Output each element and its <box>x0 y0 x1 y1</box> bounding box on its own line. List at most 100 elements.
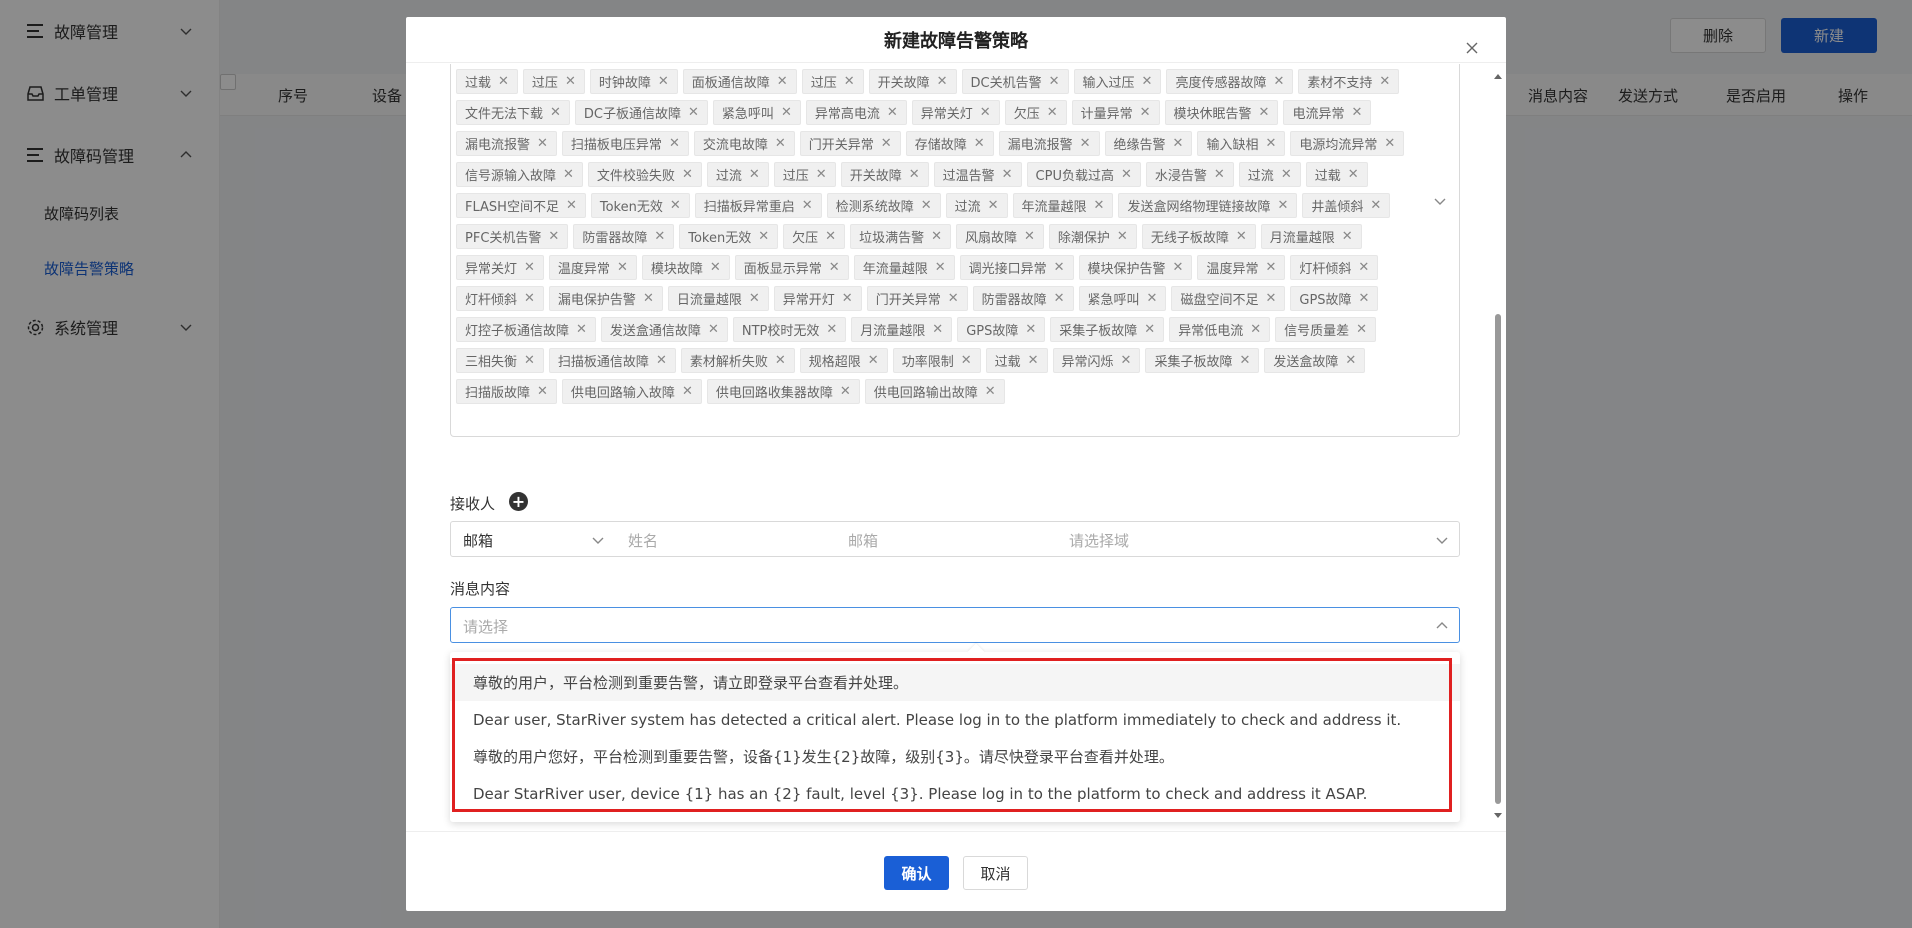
tag-remove-icon[interactable]: ✕ <box>1356 322 1367 337</box>
tag-remove-icon[interactable]: ✕ <box>749 167 760 182</box>
tag-remove-icon[interactable]: ✕ <box>887 105 898 120</box>
tag-remove-icon[interactable]: ✕ <box>840 384 851 399</box>
tag-remove-icon[interactable]: ✕ <box>688 105 699 120</box>
tag-remove-icon[interactable]: ✕ <box>548 229 559 244</box>
tag-remove-icon[interactable]: ✕ <box>670 198 681 213</box>
tag-remove-icon[interactable]: ✕ <box>1173 260 1184 275</box>
tag-remove-icon[interactable]: ✕ <box>1273 74 1284 89</box>
tag-remove-icon[interactable]: ✕ <box>844 74 855 89</box>
tag-remove-icon[interactable]: ✕ <box>1080 136 1091 151</box>
cancel-button[interactable]: 取消 <box>963 856 1028 890</box>
tag-remove-icon[interactable]: ✕ <box>868 353 879 368</box>
tag-remove-icon[interactable]: ✕ <box>1047 105 1058 120</box>
scroll-thumb[interactable] <box>1495 314 1501 804</box>
tag-remove-icon[interactable]: ✕ <box>829 260 840 275</box>
tag-remove-icon[interactable]: ✕ <box>1384 136 1395 151</box>
tag-remove-icon[interactable]: ✕ <box>498 74 509 89</box>
tag-remove-icon[interactable]: ✕ <box>524 291 535 306</box>
tag-remove-icon[interactable]: ✕ <box>1259 105 1270 120</box>
tag-remove-icon[interactable]: ✕ <box>1117 229 1128 244</box>
tag-remove-icon[interactable]: ✕ <box>1265 291 1276 306</box>
message-content-select[interactable]: 请选择 <box>450 607 1460 643</box>
tag-remove-icon[interactable]: ✕ <box>974 136 985 151</box>
tag-remove-icon[interactable]: ✕ <box>669 136 680 151</box>
chevron-down-icon[interactable] <box>591 533 605 547</box>
tag-remove-icon[interactable]: ✕ <box>948 291 959 306</box>
tag-remove-icon[interactable]: ✕ <box>1214 167 1225 182</box>
tag-remove-icon[interactable]: ✕ <box>1359 291 1370 306</box>
tag-remove-icon[interactable]: ✕ <box>802 198 813 213</box>
tag-remove-icon[interactable]: ✕ <box>1142 74 1153 89</box>
tag-remove-icon[interactable]: ✕ <box>1025 322 1036 337</box>
tag-remove-icon[interactable]: ✕ <box>749 291 760 306</box>
tag-remove-icon[interactable]: ✕ <box>658 74 669 89</box>
tag-remove-icon[interactable]: ✕ <box>985 384 996 399</box>
tag-remove-icon[interactable]: ✕ <box>566 198 577 213</box>
tag-remove-icon[interactable]: ✕ <box>576 322 587 337</box>
tag-remove-icon[interactable]: ✕ <box>775 353 786 368</box>
tag-remove-icon[interactable]: ✕ <box>825 229 836 244</box>
tag-remove-icon[interactable]: ✕ <box>826 322 837 337</box>
tag-remove-icon[interactable]: ✕ <box>932 322 943 337</box>
tag-remove-icon[interactable]: ✕ <box>1239 353 1250 368</box>
tag-remove-icon[interactable]: ✕ <box>1002 167 1013 182</box>
tag-remove-icon[interactable]: ✕ <box>937 74 948 89</box>
tag-remove-icon[interactable]: ✕ <box>537 384 548 399</box>
chevron-down-icon[interactable] <box>1433 194 1447 208</box>
tag-remove-icon[interactable]: ✕ <box>524 260 535 275</box>
tag-remove-icon[interactable]: ✕ <box>1379 74 1390 89</box>
tag-remove-icon[interactable]: ✕ <box>710 260 721 275</box>
tag-remove-icon[interactable]: ✕ <box>682 167 693 182</box>
tag-remove-icon[interactable]: ✕ <box>1054 260 1065 275</box>
tag-remove-icon[interactable]: ✕ <box>1281 167 1292 182</box>
tag-remove-icon[interactable]: ✕ <box>781 105 792 120</box>
scroll-down-arrow-icon[interactable] <box>1493 812 1503 820</box>
tag-remove-icon[interactable]: ✕ <box>1173 136 1184 151</box>
tag-remove-icon[interactable]: ✕ <box>1054 291 1065 306</box>
tag-remove-icon[interactable]: ✕ <box>1348 167 1359 182</box>
tag-remove-icon[interactable]: ✕ <box>617 260 628 275</box>
tag-remove-icon[interactable]: ✕ <box>988 198 999 213</box>
tag-remove-icon[interactable]: ✕ <box>1028 353 1039 368</box>
scroll-up-arrow-icon[interactable] <box>1493 72 1503 80</box>
receiver-email-input[interactable]: 邮箱 <box>848 530 878 551</box>
tag-remove-icon[interactable]: ✕ <box>537 136 548 151</box>
close-icon[interactable] <box>1464 40 1480 56</box>
tag-remove-icon[interactable]: ✕ <box>1351 105 1362 120</box>
tag-remove-icon[interactable]: ✕ <box>816 167 827 182</box>
tag-remove-icon[interactable]: ✕ <box>656 353 667 368</box>
tag-remove-icon[interactable]: ✕ <box>931 229 942 244</box>
tag-remove-icon[interactable]: ✕ <box>921 198 932 213</box>
tag-remove-icon[interactable]: ✕ <box>775 136 786 151</box>
tag-remove-icon[interactable]: ✕ <box>1265 136 1276 151</box>
tag-remove-icon[interactable]: ✕ <box>980 105 991 120</box>
tag-remove-icon[interactable]: ✕ <box>1236 229 1247 244</box>
tag-remove-icon[interactable]: ✕ <box>1342 229 1353 244</box>
tag-remove-icon[interactable]: ✕ <box>1358 260 1369 275</box>
tag-remove-icon[interactable]: ✕ <box>1345 353 1356 368</box>
tag-remove-icon[interactable]: ✕ <box>961 353 972 368</box>
tag-remove-icon[interactable]: ✕ <box>1140 105 1151 120</box>
tag-remove-icon[interactable]: ✕ <box>777 74 788 89</box>
tag-remove-icon[interactable]: ✕ <box>1370 198 1381 213</box>
tag-remove-icon[interactable]: ✕ <box>1277 198 1288 213</box>
tag-remove-icon[interactable]: ✕ <box>758 229 769 244</box>
tag-remove-icon[interactable]: ✕ <box>935 260 946 275</box>
tag-remove-icon[interactable]: ✕ <box>1049 74 1060 89</box>
receiver-name-input[interactable]: 姓名 <box>628 530 658 551</box>
tag-remove-icon[interactable]: ✕ <box>1024 229 1035 244</box>
tag-remove-icon[interactable]: ✕ <box>1147 291 1158 306</box>
tag-remove-icon[interactable]: ✕ <box>1094 198 1105 213</box>
tag-remove-icon[interactable]: ✕ <box>1144 322 1155 337</box>
tag-remove-icon[interactable]: ✕ <box>654 229 665 244</box>
tag-remove-icon[interactable]: ✕ <box>1121 167 1132 182</box>
chevron-down-icon[interactable] <box>1435 533 1449 547</box>
tag-remove-icon[interactable]: ✕ <box>1265 260 1276 275</box>
modal-scrollbar[interactable] <box>1493 64 1503 826</box>
add-receiver-icon[interactable]: + <box>509 492 528 511</box>
tag-remove-icon[interactable]: ✕ <box>524 353 535 368</box>
tag-remove-icon[interactable]: ✕ <box>1121 353 1132 368</box>
tag-remove-icon[interactable]: ✕ <box>643 291 654 306</box>
tag-remove-icon[interactable]: ✕ <box>708 322 719 337</box>
receiver-type-select[interactable]: 邮箱 <box>463 530 493 551</box>
